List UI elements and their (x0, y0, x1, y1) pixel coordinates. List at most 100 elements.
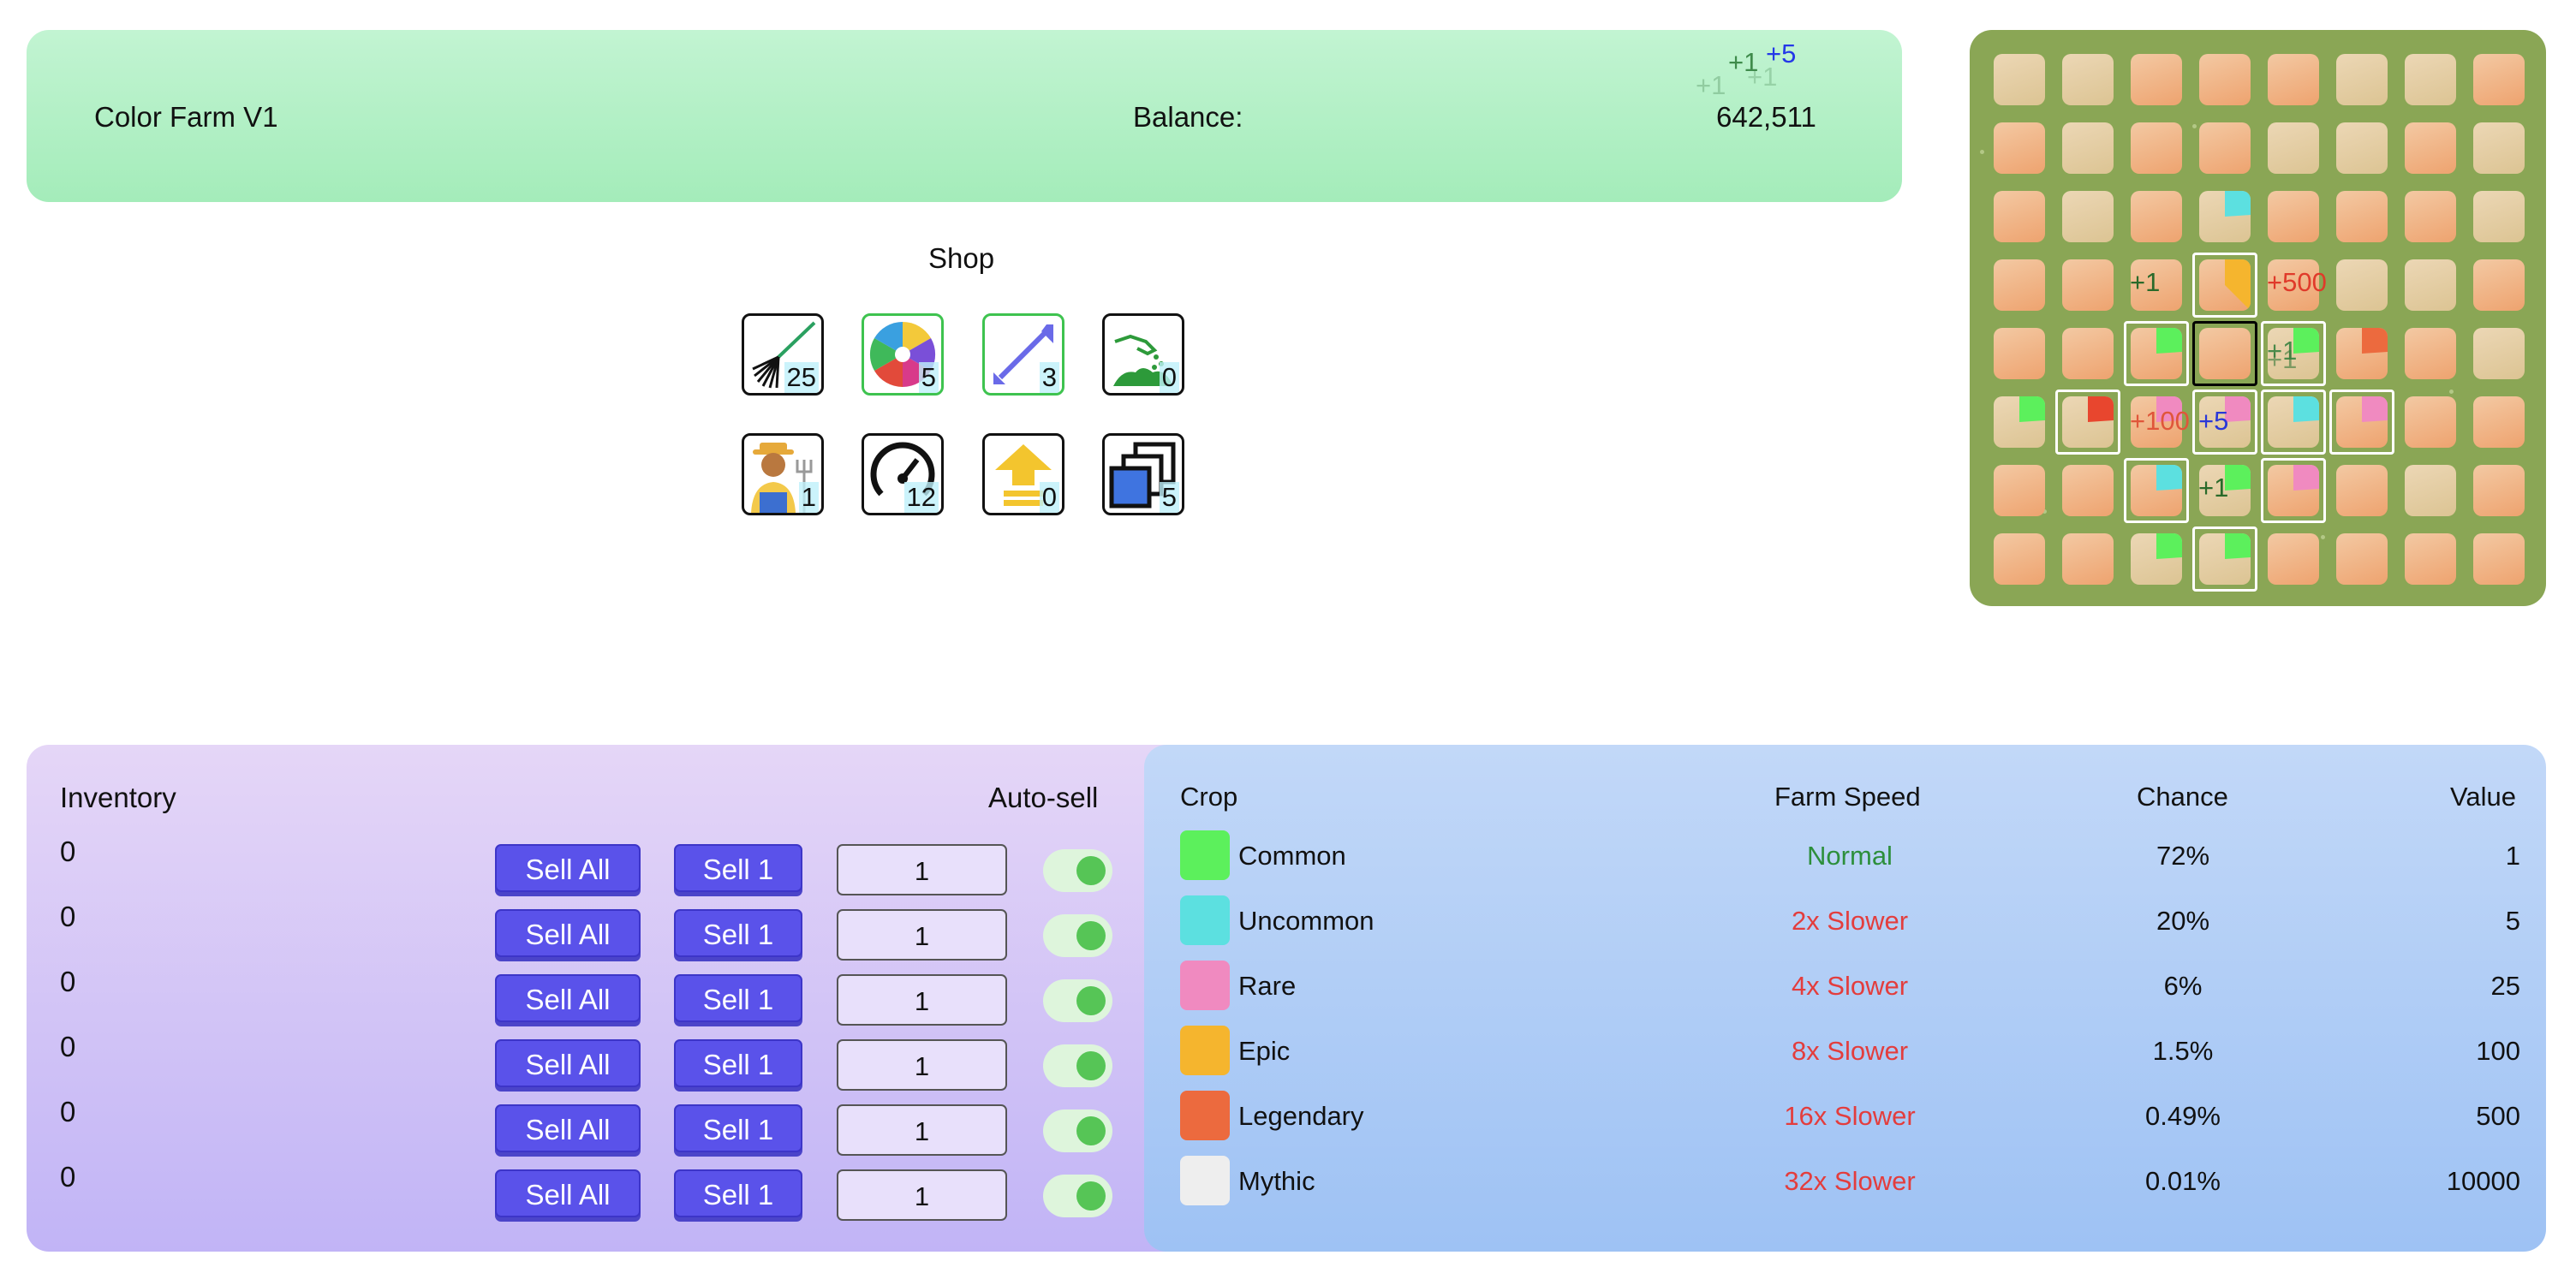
farm-plot[interactable] (2336, 259, 2388, 311)
plot-selection-outline (2192, 526, 2257, 592)
sell-all-button[interactable]: Sell All (495, 1104, 641, 1152)
farm-plot[interactable] (2473, 54, 2525, 105)
shop-item-color-wheel[interactable]: 5 (862, 313, 944, 396)
shop-item-count: 0 (1159, 362, 1179, 393)
farm-plot[interactable] (2336, 533, 2388, 585)
farm-grid[interactable] (1970, 30, 2546, 606)
auto-sell-toggle[interactable] (1043, 979, 1112, 1022)
farm-plot[interactable] (2405, 122, 2456, 174)
farm-plot[interactable] (1994, 191, 2045, 242)
sell-quantity-input[interactable]: 1 (837, 909, 1007, 961)
farm-plot[interactable] (2062, 191, 2114, 242)
farm-plot[interactable] (1994, 328, 2045, 379)
farm-plot[interactable] (2336, 465, 2388, 516)
sell-quantity-input[interactable]: 1 (837, 844, 1007, 895)
farm-plot[interactable] (2336, 122, 2388, 174)
sell-quantity-input[interactable]: 1 (837, 1104, 1007, 1156)
shop-item-expand[interactable]: 3 (982, 313, 1064, 396)
farm-plot[interactable] (1994, 396, 2045, 448)
farm-plot[interactable] (2405, 259, 2456, 311)
farm-plot[interactable] (2473, 259, 2525, 311)
farm-plot[interactable] (2199, 191, 2251, 242)
farm-plot[interactable] (2062, 54, 2114, 105)
sell-one-button[interactable]: Sell 1 (674, 909, 802, 957)
farm-plot[interactable] (1994, 54, 2045, 105)
farm-plot[interactable] (2062, 328, 2114, 379)
crop-value: 5 (2505, 906, 2520, 936)
balance-float: +1 (1747, 62, 1778, 92)
farm-plot[interactable] (2473, 328, 2525, 379)
farm-plot[interactable] (2405, 54, 2456, 105)
farm-plot[interactable] (2199, 54, 2251, 105)
sell-all-button[interactable]: Sell All (495, 1169, 641, 1217)
sell-one-button[interactable]: Sell 1 (674, 1169, 802, 1217)
farm-plot[interactable] (2405, 191, 2456, 242)
shop-item-count: 1 (798, 482, 819, 513)
farm-plot[interactable] (2131, 54, 2182, 105)
farm-plot[interactable] (1994, 533, 2045, 585)
sell-quantity-input[interactable]: 1 (837, 974, 1007, 1026)
sell-one-button[interactable]: Sell 1 (674, 1104, 802, 1152)
sell-all-button[interactable]: Sell All (495, 974, 641, 1022)
shop-item-farmer[interactable]: 1 (742, 433, 824, 515)
auto-sell-toggle[interactable] (1043, 1109, 1112, 1152)
farm-plot[interactable] (2473, 122, 2525, 174)
sell-one-button[interactable]: Sell 1 (674, 974, 802, 1022)
farm-plot[interactable] (2062, 465, 2114, 516)
farm-plot[interactable] (2131, 122, 2182, 174)
inventory-count: 0 (60, 836, 76, 867)
plot-selection-outline (2124, 321, 2189, 386)
farm-plot[interactable] (2473, 191, 2525, 242)
balance-label: Balance: (1133, 101, 1243, 133)
farm-plot[interactable] (1994, 259, 2045, 311)
sell-all-button[interactable]: Sell All (495, 844, 641, 892)
sell-quantity-input[interactable]: 1 (837, 1169, 1007, 1221)
farm-plot[interactable] (2405, 533, 2456, 585)
app-title: Color Farm V1 (94, 101, 278, 133)
auto-sell-toggle[interactable] (1043, 914, 1112, 957)
crop-color-swatch (1180, 1026, 1230, 1075)
farm-plot[interactable] (2062, 259, 2114, 311)
shop-item-rake[interactable]: 25 (742, 313, 824, 396)
farm-plot[interactable] (2473, 533, 2525, 585)
sell-all-button[interactable]: Sell All (495, 1039, 641, 1087)
farm-plot[interactable] (2336, 54, 2388, 105)
farm-plot[interactable] (2405, 465, 2456, 516)
farm-plot[interactable] (2405, 396, 2456, 448)
farm-plot[interactable] (2336, 328, 2388, 379)
harvest-float: +5 (2198, 406, 2229, 436)
plot-selection-outline (2261, 390, 2326, 455)
farm-plot[interactable] (1994, 465, 2045, 516)
shop-title: Shop (928, 242, 995, 274)
auto-sell-toggle[interactable] (1043, 849, 1112, 892)
crop-value: 10000 (2446, 1166, 2520, 1196)
farm-plot[interactable] (2473, 396, 2525, 448)
sell-one-button[interactable]: Sell 1 (674, 1039, 802, 1087)
shop-item-speed[interactable]: 12 (862, 433, 944, 515)
farm-plot[interactable] (2062, 122, 2114, 174)
farm-plot[interactable] (2268, 122, 2319, 174)
auto-sell-toggle[interactable] (1043, 1044, 1112, 1087)
header-farm-speed: Farm Speed (1774, 782, 1921, 812)
farm-plot[interactable] (2062, 533, 2114, 585)
farm-plot[interactable] (1994, 122, 2045, 174)
farm-plot[interactable] (2131, 533, 2182, 585)
plot-selection-outline (2329, 390, 2394, 455)
farm-plot[interactable] (2131, 191, 2182, 242)
farm-plot[interactable] (2405, 328, 2456, 379)
farm-plot[interactable] (2268, 54, 2319, 105)
shop-item-upgrade[interactable]: 0 (982, 433, 1064, 515)
crop-name: Uncommon (1238, 906, 1374, 936)
shop-item-seed-hand[interactable]: 0 (1102, 313, 1184, 396)
sell-all-button[interactable]: Sell All (495, 909, 641, 957)
sell-quantity-input[interactable]: 1 (837, 1039, 1007, 1091)
farm-plot[interactable] (2336, 191, 2388, 242)
sell-one-button[interactable]: Sell 1 (674, 844, 802, 892)
farm-plot[interactable] (2473, 465, 2525, 516)
farm-plot[interactable] (2268, 533, 2319, 585)
shop-item-layers[interactable]: 5 (1102, 433, 1184, 515)
auto-sell-toggle[interactable] (1043, 1175, 1112, 1217)
grass-dot (2321, 535, 2325, 539)
farm-plot[interactable] (2199, 122, 2251, 174)
farm-plot[interactable] (2268, 191, 2319, 242)
